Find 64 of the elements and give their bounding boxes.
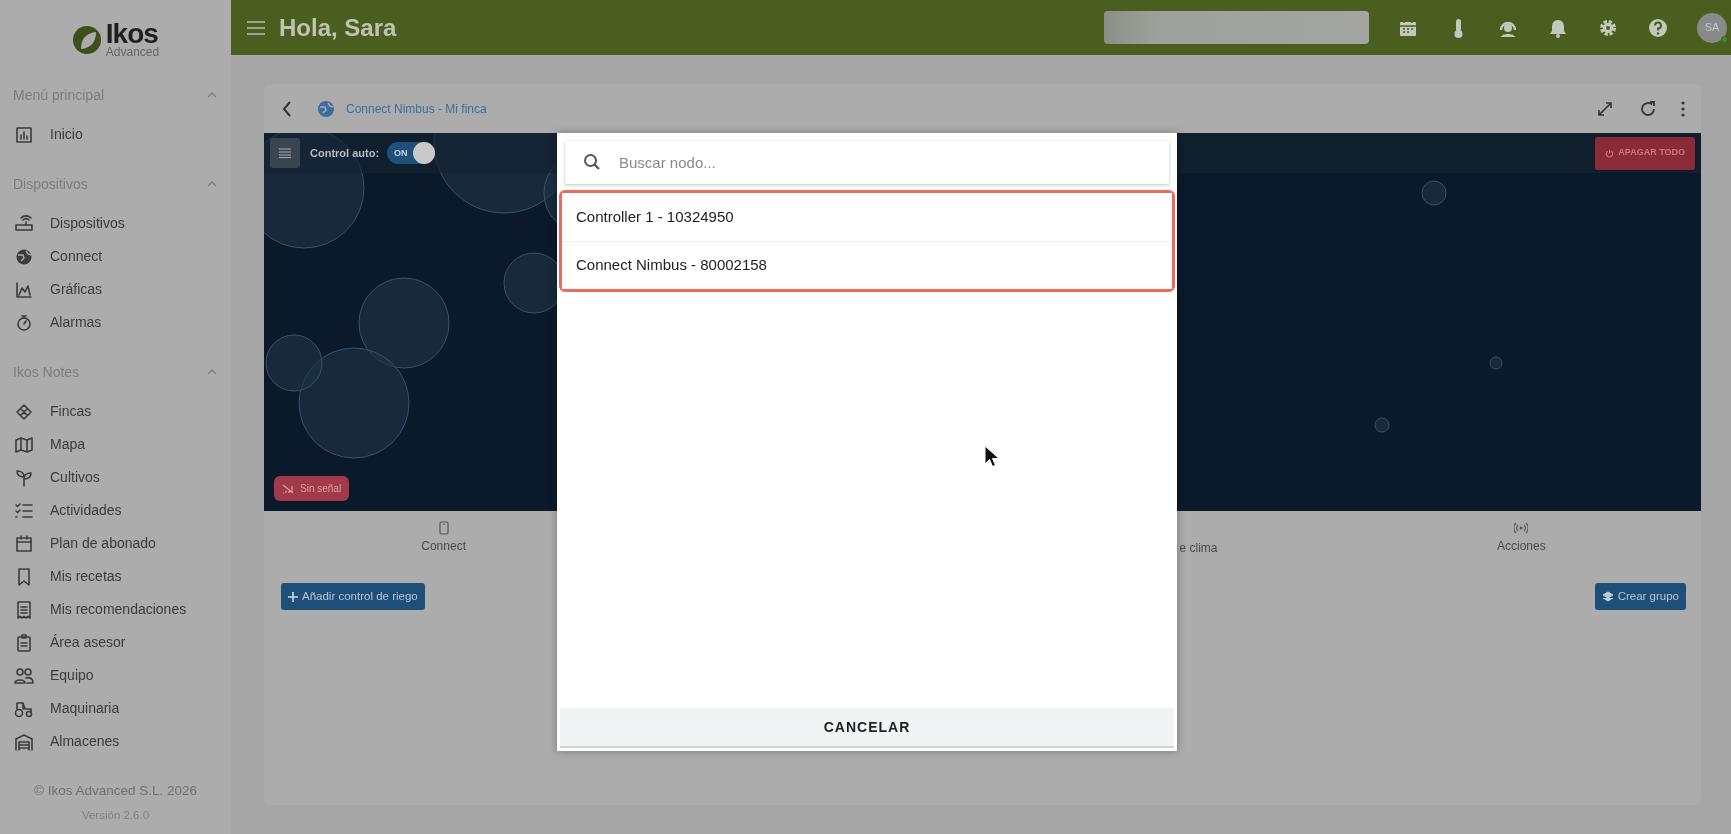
menu-button[interactable] xyxy=(270,138,300,168)
receipt-icon xyxy=(14,599,34,620)
status-badge: Sin señal xyxy=(274,476,350,501)
layers-icon xyxy=(1601,590,1614,603)
sidebar-item[interactable]: Área asesor xyxy=(0,626,231,659)
sidebar-item[interactable]: Mis recetas xyxy=(0,560,231,593)
back-icon[interactable] xyxy=(282,100,292,117)
expand-icon[interactable] xyxy=(1597,100,1613,117)
leaf-icon xyxy=(71,25,102,55)
power-off-button[interactable]: APAGAR TODO xyxy=(1595,136,1695,170)
no-signal-icon xyxy=(282,483,294,494)
greeting-title: Hola, Sara xyxy=(279,12,397,43)
sidebar-item[interactable]: Alarmas xyxy=(0,306,231,339)
control-label: Control auto: xyxy=(310,145,380,161)
menu-icon xyxy=(279,148,291,158)
diamond-icon xyxy=(14,401,34,422)
search-icon xyxy=(583,153,601,171)
toggle-switch[interactable]: ON xyxy=(387,142,436,164)
list-item[interactable]: Connect Nimbus - 80002158 xyxy=(562,241,1172,289)
sidebar-item[interactable]: Actividades xyxy=(0,494,231,527)
router-icon xyxy=(14,213,34,234)
globe-icon xyxy=(316,98,336,119)
sidebar-item[interactable]: Mis recomendaciones xyxy=(0,593,231,626)
plus-icon xyxy=(288,591,298,602)
sidebar-item[interactable]: Gráficas xyxy=(0,273,231,306)
sidebar-item[interactable]: Dispositivos xyxy=(0,207,231,240)
sidebar-item[interactable]: Fincas xyxy=(0,395,231,428)
area-chart-icon xyxy=(14,279,34,300)
tab[interactable]: Connect xyxy=(264,511,624,565)
sidebar-item[interactable]: Cultivos xyxy=(0,461,231,494)
search-field[interactable]: Buscar nodo... xyxy=(565,141,1169,184)
chart-icon xyxy=(14,124,34,145)
sidebar-item[interactable]: Connect xyxy=(0,240,231,273)
stopwatch-icon xyxy=(14,312,34,333)
phone-icon xyxy=(436,521,451,535)
sidebar-item[interactable]: Inicio xyxy=(0,118,231,151)
checklist-icon xyxy=(14,500,34,521)
sprout-icon xyxy=(14,467,34,488)
menu-icon[interactable] xyxy=(247,20,265,35)
more-icon[interactable] xyxy=(1681,100,1685,117)
sidebar-item[interactable]: Plan de abonado xyxy=(0,527,231,560)
help-icon[interactable] xyxy=(1647,16,1669,39)
power-icon xyxy=(1605,148,1615,158)
tab[interactable]: e clima xyxy=(982,511,1342,565)
sidebar-item[interactable]: Equipo xyxy=(0,659,231,692)
copyright-text: © Ikos Advanced S.L. 2026 xyxy=(32,781,199,800)
sidebar-item[interactable]: Almacenes xyxy=(0,725,231,758)
logo-text: Ikos xyxy=(105,22,158,46)
create-group-button[interactable]: Crear grupo xyxy=(1594,583,1686,610)
cancel-button[interactable]: CANCELAR xyxy=(560,708,1174,748)
map-icon xyxy=(14,434,34,455)
calendar-icon xyxy=(14,533,34,554)
cursor-icon xyxy=(984,445,1000,469)
broadcast-icon xyxy=(1514,521,1529,535)
sidebar-item[interactable]: Mapa xyxy=(0,428,231,461)
refresh-icon[interactable] xyxy=(1639,99,1657,118)
tab[interactable]: Acciones xyxy=(1341,511,1701,565)
sidebar-item[interactable]: Maquinaria xyxy=(0,692,231,725)
team-icon xyxy=(14,665,34,686)
add-button[interactable]: Añadir control de riego xyxy=(281,583,425,610)
warehouse-icon xyxy=(14,731,34,752)
status-dot xyxy=(1721,35,1728,43)
logo-subtitle: Advanced xyxy=(105,46,160,58)
clipboard-icon xyxy=(14,632,34,653)
